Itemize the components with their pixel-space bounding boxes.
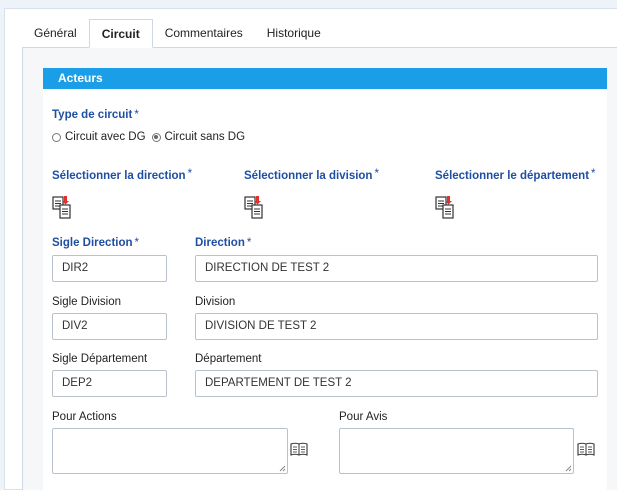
- sigle-direction-label: Sigle Direction *: [52, 237, 140, 249]
- departement-field[interactable]: DEPARTEMENT DE TEST 2: [195, 370, 598, 397]
- pour-avis-label: Pour Avis: [339, 411, 388, 423]
- sigle-departement-field[interactable]: DEP2: [52, 370, 167, 397]
- sigle-division-label: Sigle Division: [52, 296, 122, 308]
- tab-bar: Général Circuit Commentaires Historique: [22, 19, 333, 48]
- direction-label: Direction *: [195, 237, 252, 249]
- section-header-acteurs: Acteurs: [43, 68, 607, 89]
- pour-actions-label: Pour Actions: [52, 411, 117, 423]
- select-division-label: Sélectionner la division *: [244, 168, 379, 182]
- circuit-type-radio-group: Circuit avec DG Circuit sans DG: [52, 131, 245, 143]
- departement-label: Département: [195, 353, 262, 365]
- radio-circuit-avec-dg-label[interactable]: Circuit avec DG: [65, 131, 146, 143]
- tab-circuit[interactable]: Circuit: [88, 19, 153, 48]
- sigle-direction-field[interactable]: DIR2: [52, 255, 167, 282]
- pour-avis-book-icon[interactable]: [577, 442, 595, 456]
- sigle-division-field[interactable]: DIV2: [52, 313, 167, 340]
- radio-circuit-sans-dg-label[interactable]: Circuit sans DG: [165, 131, 246, 143]
- resize-handle-icon[interactable]: [279, 465, 286, 472]
- select-departement-icon[interactable]: [435, 195, 455, 219]
- select-division-icon[interactable]: [244, 195, 264, 219]
- tab-commentaires[interactable]: Commentaires: [153, 19, 255, 48]
- resize-handle-icon[interactable]: [565, 465, 572, 472]
- select-departement-label: Sélectionner le département *: [435, 168, 596, 182]
- pour-avis-textarea[interactable]: [339, 428, 574, 474]
- tab-historique[interactable]: Historique: [255, 19, 333, 48]
- tab-general[interactable]: Général: [22, 19, 89, 48]
- pour-actions-book-icon[interactable]: [290, 442, 308, 456]
- circuit-type-label: Type de circuit *: [52, 109, 139, 121]
- select-direction-icon[interactable]: [52, 195, 72, 219]
- radio-circuit-avec-dg[interactable]: [52, 132, 61, 142]
- select-direction-label: Sélectionner la direction *: [52, 168, 193, 182]
- division-field[interactable]: DIVISION DE TEST 2: [195, 313, 598, 340]
- circuit-form: Acteurs Type de circuit * Circuit avec DG…: [43, 68, 607, 490]
- radio-circuit-sans-dg[interactable]: [151, 132, 161, 142]
- division-label: Division: [195, 296, 236, 308]
- sigle-departement-label: Sigle Département: [52, 353, 148, 365]
- direction-field[interactable]: DIRECTION DE TEST 2: [195, 255, 598, 282]
- pour-actions-textarea[interactable]: [52, 428, 288, 474]
